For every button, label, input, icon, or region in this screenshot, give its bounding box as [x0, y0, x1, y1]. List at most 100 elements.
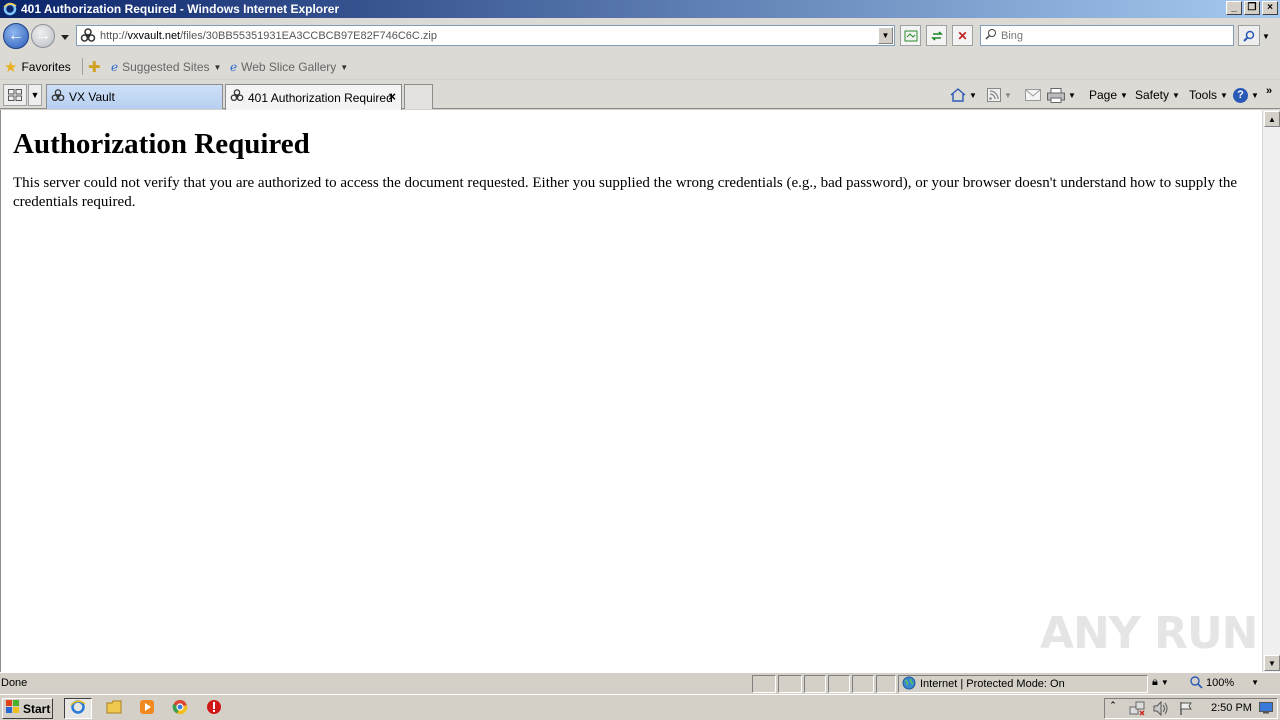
zoom-icon [1190, 676, 1203, 689]
quick-tabs-icon [8, 89, 22, 101]
chevron-up-icon[interactable]: ˆ [1111, 701, 1115, 713]
star-icon: ★ [4, 59, 18, 76]
add-to-favorites-bar-button[interactable]: ✚ [88, 58, 101, 76]
search-placeholder: Bing [1001, 29, 1024, 42]
status-text: Done [1, 677, 28, 689]
back-button[interactable]: ← [3, 23, 29, 49]
home-button[interactable]: ▼ [950, 85, 977, 105]
close-tab-icon[interactable]: × [388, 90, 396, 103]
recent-pages-dropdown[interactable] [60, 31, 70, 41]
tools-menu[interactable]: Tools ▼ [1189, 85, 1228, 105]
printer-icon [1047, 87, 1065, 103]
system-tray: ˆ 2:50 PM [1104, 698, 1278, 719]
read-mail-button[interactable] [1025, 85, 1041, 105]
chevron-down-icon: ▼ [340, 62, 349, 72]
address-dropdown-button[interactable]: ▼ [878, 27, 893, 44]
safety-menu-label: Safety [1135, 88, 1170, 102]
chevron-down-icon: ▼ [1068, 90, 1076, 100]
suggested-sites-label: Suggested Sites [122, 60, 210, 74]
volume-icon[interactable] [1153, 700, 1169, 719]
zoom-control[interactable]: 100% ▼ [1190, 676, 1259, 689]
folder-icon [106, 700, 122, 717]
stop-button[interactable]: ✕ [952, 25, 973, 46]
start-button[interactable]: Start [2, 698, 53, 719]
refresh-icon [930, 30, 943, 41]
navigation-bar: ← → http://vxvault.net/files/30BB5535193… [0, 18, 1280, 54]
scroll-up-arrow[interactable]: ▲ [1264, 111, 1280, 127]
internet-explorer-icon [2, 1, 18, 17]
clock[interactable]: 2:50 PM [1211, 702, 1252, 714]
tab-vx-vault[interactable]: VX Vault [46, 84, 223, 109]
zone-label: Internet | Protected Mode: On [920, 678, 1065, 690]
address-url[interactable]: http://vxvault.net/files/30BB55351931EA3… [100, 30, 437, 42]
arrow-right-icon: → [35, 27, 51, 44]
tab-list-dropdown[interactable]: ▼ [28, 84, 42, 106]
quick-tabs-button[interactable] [3, 84, 27, 106]
compat-view-icon [904, 30, 917, 41]
chevron-down-icon: ▼ [1160, 678, 1169, 687]
page-body-text: This server could not verify that you ar… [13, 175, 1238, 210]
search-box[interactable]: Bing [980, 25, 1234, 46]
title-bar: 401 Authorization Required - Windows Int… [0, 0, 1280, 18]
biohazard-icon [51, 88, 65, 106]
ie-page-icon: ℯ [230, 60, 238, 74]
taskbar: Start ˆ 2:50 PM [0, 694, 1280, 720]
chevron-down-icon: ▼ [1220, 90, 1228, 100]
action-center-flag-icon[interactable] [1179, 701, 1193, 719]
web-slice-gallery-link[interactable]: ℯ Web Slice Gallery ▼ [230, 58, 348, 76]
minimize-button[interactable]: _ [1226, 1, 1242, 15]
taskbar-stop-app[interactable] [200, 698, 228, 719]
internet-explorer-icon [70, 699, 86, 718]
zoom-level: 100% [1206, 676, 1235, 689]
tab-label: 401 Authorization Required [248, 90, 393, 105]
suggested-sites-link[interactable]: ℯ Suggested Sites ▼ [111, 58, 221, 76]
status-cell [876, 675, 896, 693]
page-menu-label: Page [1089, 88, 1118, 102]
refresh-button[interactable] [926, 25, 947, 46]
new-tab-button[interactable] [404, 84, 433, 109]
chrome-icon [172, 699, 188, 718]
chevron-down-icon: ▼ [969, 90, 977, 100]
url-domain: vxvault.net [127, 29, 181, 42]
status-cell [828, 675, 850, 693]
search-go-button[interactable] [1238, 25, 1260, 46]
page-menu[interactable]: Page ▼ [1089, 85, 1128, 105]
url-scheme: http:// [100, 29, 128, 42]
address-bar[interactable]: http://vxvault.net/files/30BB55351931EA3… [76, 25, 895, 46]
security-zone[interactable]: Internet | Protected Mode: On [898, 675, 1148, 693]
taskbar-chrome[interactable] [166, 698, 194, 719]
divider [82, 58, 83, 75]
magnifier-icon [1243, 30, 1255, 42]
vertical-scrollbar[interactable]: ▲ ▼ [1262, 110, 1280, 672]
watermark-logo: ANY RUN [1040, 608, 1258, 659]
forward-button[interactable]: → [31, 24, 55, 48]
stop-x-icon: ✕ [957, 28, 968, 43]
biohazard-icon [230, 89, 244, 106]
status-cell [778, 675, 802, 693]
safety-menu[interactable]: Safety ▼ [1135, 85, 1180, 105]
favorites-button[interactable]: ★ Favorites [4, 58, 71, 76]
taskbar-media-player[interactable] [133, 698, 161, 719]
tab-401-authorization-required[interactable]: 401 Authorization Required × [225, 84, 402, 110]
chevron-down-icon: ▼ [1004, 90, 1012, 100]
status-cell [752, 675, 776, 693]
status-bar: Done Internet | Protected Mode: On 🔒︎ ▼ … [0, 672, 1280, 694]
toolbar-overflow-button[interactable]: » [1266, 81, 1272, 101]
taskbar-internet-explorer[interactable] [64, 698, 92, 719]
taskbar-explorer[interactable] [100, 698, 128, 719]
scroll-down-arrow[interactable]: ▼ [1264, 655, 1280, 671]
feeds-button[interactable]: ▼ [987, 85, 1012, 105]
status-cell [804, 675, 826, 693]
help-menu[interactable]: ? ▼ [1233, 85, 1259, 105]
close-button[interactable]: × [1262, 1, 1278, 15]
search-options-dropdown[interactable]: ▼ [1262, 32, 1270, 41]
tab-bar: ▼ VX Vault 401 Authorization Required × … [0, 80, 1280, 110]
chevron-down-icon: ▼ [1251, 90, 1259, 100]
protected-mode-button[interactable]: 🔒︎ ▼ [1152, 676, 1169, 689]
print-button[interactable]: ▼ [1047, 85, 1076, 105]
restore-button[interactable]: ❐ [1244, 1, 1260, 15]
show-desktop-icon[interactable] [1259, 702, 1273, 717]
network-icon[interactable] [1129, 701, 1145, 719]
search-icon [985, 28, 997, 43]
compatibility-view-button[interactable] [900, 25, 921, 46]
